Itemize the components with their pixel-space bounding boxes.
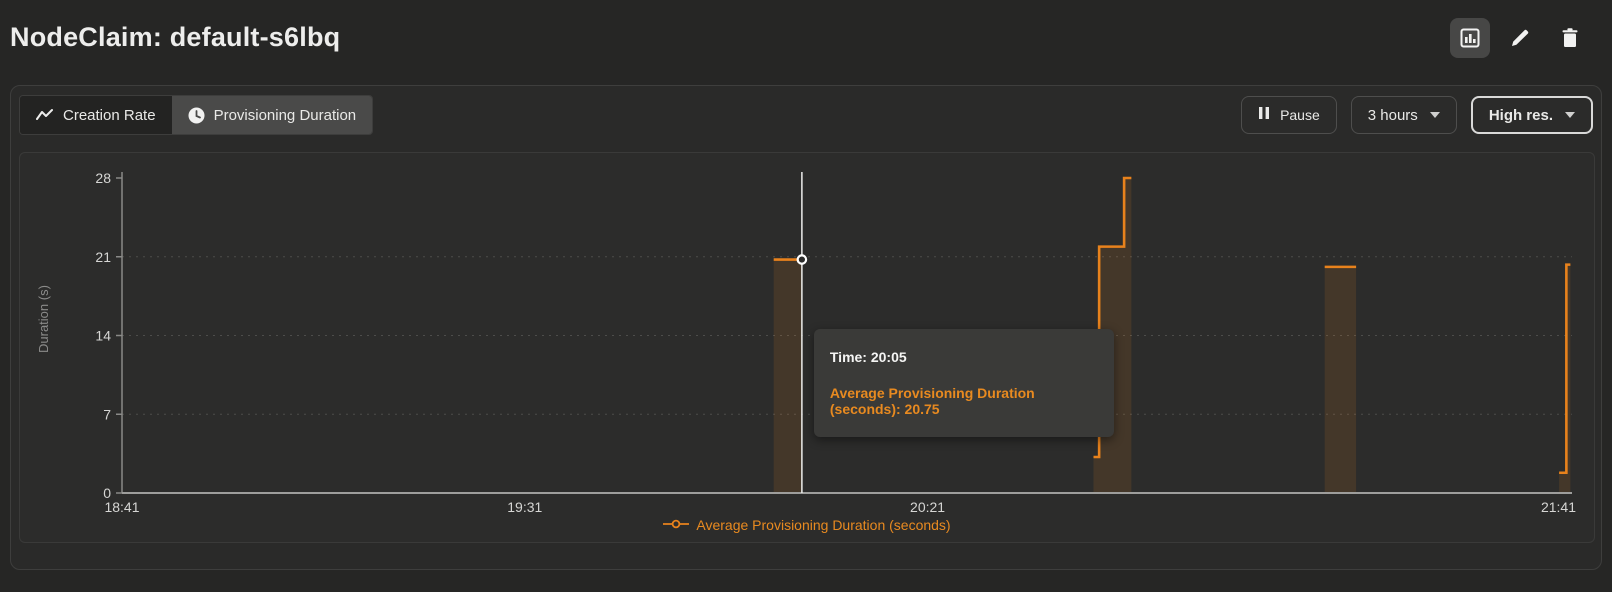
series-area-fill — [1559, 265, 1570, 493]
legend-label: Average Provisioning Duration (seconds) — [696, 517, 950, 533]
bar-chart-toggle-button[interactable] — [1450, 18, 1490, 58]
legend-item[interactable]: Average Provisioning Duration (seconds) — [663, 516, 950, 534]
legend-marker-icon — [663, 516, 689, 534]
trash-icon — [1560, 27, 1580, 49]
page-header: NodeClaim: default-s6lbq — [0, 0, 1612, 80]
data-point-marker — [798, 255, 806, 263]
x-axis-tick-label: 18:41 — [104, 499, 139, 515]
bar-chart-icon — [1459, 27, 1481, 49]
pause-label: Pause — [1280, 107, 1320, 123]
resolution-label: High res. — [1489, 107, 1553, 124]
line-chart-icon — [36, 108, 54, 122]
chart-card: Creation Rate Provisioning Duration — [10, 85, 1602, 570]
tooltip-time: Time: 20:05 — [830, 349, 1098, 365]
clock-icon — [188, 107, 205, 124]
chart-legend: Average Provisioning Duration (seconds) — [20, 516, 1594, 534]
edit-button[interactable] — [1500, 18, 1540, 58]
tooltip-series-value: Average Provisioning Duration (seconds):… — [830, 385, 1098, 417]
tab-provisioning-duration[interactable]: Provisioning Duration — [172, 96, 373, 134]
x-axis-tick-label: 21:41 — [1541, 499, 1576, 515]
pencil-icon — [1509, 27, 1531, 49]
chevron-down-icon — [1565, 112, 1575, 118]
y-axis-tick-label: 28 — [95, 170, 111, 186]
page-title: NodeClaim: default-s6lbq — [10, 22, 340, 53]
header-actions — [1450, 18, 1590, 58]
series-area-fill — [774, 260, 802, 493]
chart-tooltip: Time: 20:05 Average Provisioning Duratio… — [814, 329, 1114, 437]
toolbar-controls: Pause 3 hours High res. — [1241, 96, 1593, 134]
y-axis-tick-label: 14 — [95, 328, 111, 344]
resolution-dropdown[interactable]: High res. — [1471, 96, 1593, 134]
chart-panel: Duration (s) 0714212818:4119:3120:2121:4… — [19, 152, 1595, 543]
x-axis-tick-label: 19:31 — [507, 499, 542, 515]
delete-button[interactable] — [1550, 18, 1590, 58]
chart-svg[interactable]: 0714212818:4119:3120:2121:41 — [20, 153, 1594, 542]
y-axis-tick-label: 7 — [103, 406, 111, 422]
pause-icon — [1258, 106, 1270, 124]
x-axis-tick-label: 20:21 — [910, 499, 945, 515]
chevron-down-icon — [1430, 112, 1440, 118]
pause-button[interactable]: Pause — [1241, 96, 1337, 134]
y-axis-tick-label: 21 — [95, 249, 111, 265]
tab-label: Creation Rate — [63, 107, 156, 124]
tab-creation-rate[interactable]: Creation Rate — [20, 96, 172, 134]
chart-toolbar: Creation Rate Provisioning Duration — [19, 94, 1593, 136]
metric-tab-group: Creation Rate Provisioning Duration — [19, 95, 373, 135]
tab-label: Provisioning Duration — [214, 107, 357, 124]
time-range-dropdown[interactable]: 3 hours — [1351, 96, 1457, 134]
time-range-label: 3 hours — [1368, 107, 1418, 124]
series-area-fill — [1325, 267, 1356, 493]
